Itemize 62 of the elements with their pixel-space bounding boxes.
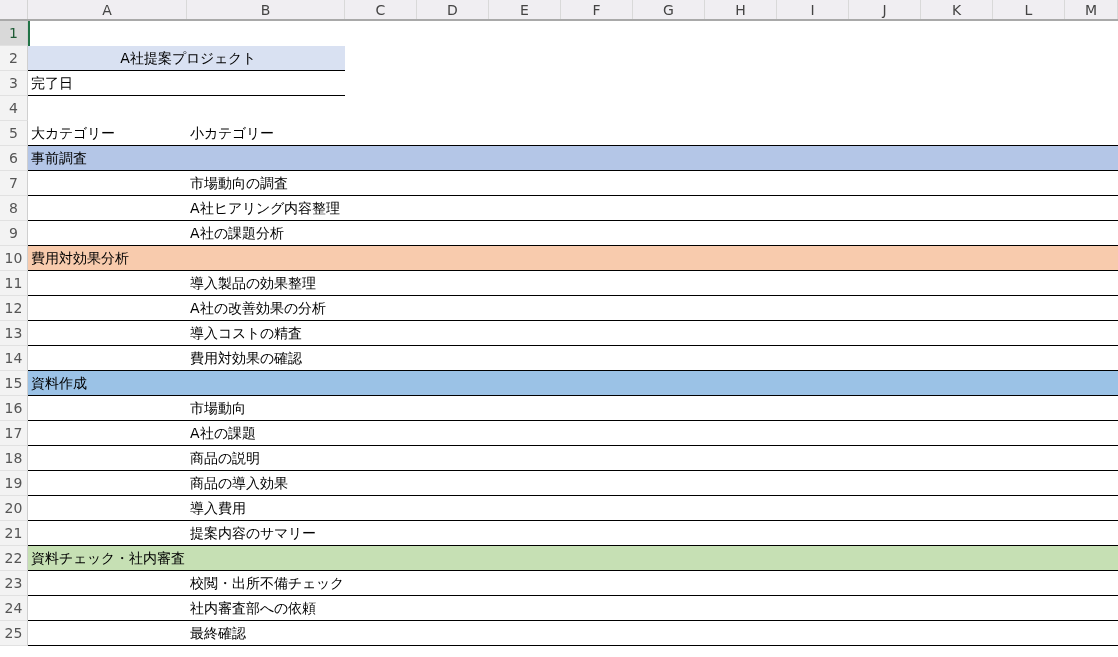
row-number[interactable]: 25 [0,621,28,646]
column-label: 小カテゴリー [189,124,275,143]
category-cell: 事前調査 [28,146,1118,171]
table-cell-text: 導入費用 [189,499,246,518]
row-number[interactable]: 6 [0,146,28,171]
row-number[interactable]: 15 [0,371,28,396]
row-number[interactable]: 9 [0,221,28,246]
row-number[interactable]: 1 [0,21,28,46]
row-number[interactable]: 20 [0,496,28,521]
table-cell-text: 導入製品の効果整理 [189,274,316,293]
table-cell-text: A社の改善効果の分析 [189,299,326,318]
row-number[interactable]: 18 [0,446,28,471]
table-cell-text: 市場動向の調査 [189,174,288,193]
column-header[interactable]: G [633,0,705,19]
table-cell-text: A社ヒアリング内容整理 [189,199,340,218]
column-header[interactable]: H [705,0,777,19]
row-number[interactable]: 24 [0,596,28,621]
table-cell-text: 市場動向 [189,399,246,418]
row-number[interactable]: 4 [0,96,28,121]
column-header[interactable]: E [489,0,561,19]
column-header[interactable]: K [921,0,993,19]
category-cell: 費用対効果分析 [28,246,1118,271]
table-cell-text: A社の課題 [189,424,256,443]
column-header[interactable]: C [345,0,417,19]
table-cell-text: 導入コストの精査 [189,324,302,343]
column-label: 大カテゴリー [30,124,116,143]
column-header[interactable]: B [187,0,345,19]
table-cell-text: A社の課題分析 [189,224,284,243]
row-number[interactable]: 2 [0,46,28,71]
row-number[interactable]: 8 [0,196,28,221]
table-cell-text: 社内審査部への依頼 [189,599,316,618]
table-cell: 完了日 [28,71,345,96]
table-cell-text: 費用対効果の確認 [189,349,302,368]
category-cell: 資料チェック・社内審査 [28,546,1118,571]
row-number[interactable]: 10 [0,246,28,271]
title-cell: A社提案プロジェクト [28,46,345,71]
column-header[interactable]: J [849,0,921,19]
column-header[interactable]: D [417,0,489,19]
row-number[interactable]: 17 [0,421,28,446]
row-number[interactable]: 19 [0,471,28,496]
column-header[interactable]: L [993,0,1065,19]
table-cell-text: 商品の導入効果 [189,474,288,493]
row-number[interactable]: 23 [0,571,28,596]
row-number[interactable]: 21 [0,521,28,546]
row-number[interactable]: 5 [0,121,28,146]
table-cell-text: 校閲・出所不備チェック [189,574,344,593]
row-number[interactable]: 7 [0,171,28,196]
row-number[interactable]: 13 [0,321,28,346]
table-cell-text: 商品の説明 [189,449,260,468]
row-number[interactable]: 12 [0,296,28,321]
row-number[interactable]: 14 [0,346,28,371]
category-cell: 資料作成 [28,371,1118,396]
column-header[interactable]: A [28,0,187,19]
column-header[interactable]: I [777,0,849,19]
table-cell-text: 提案内容のサマリー [189,524,316,543]
column-header[interactable]: F [561,0,633,19]
table-cell-text: 最終確認 [189,624,246,643]
row-number[interactable]: 22 [0,546,28,571]
row-number[interactable]: 16 [0,396,28,421]
row-number[interactable]: 3 [0,71,28,96]
row-number[interactable]: 11 [0,271,28,296]
column-header[interactable]: M [1065,0,1118,19]
